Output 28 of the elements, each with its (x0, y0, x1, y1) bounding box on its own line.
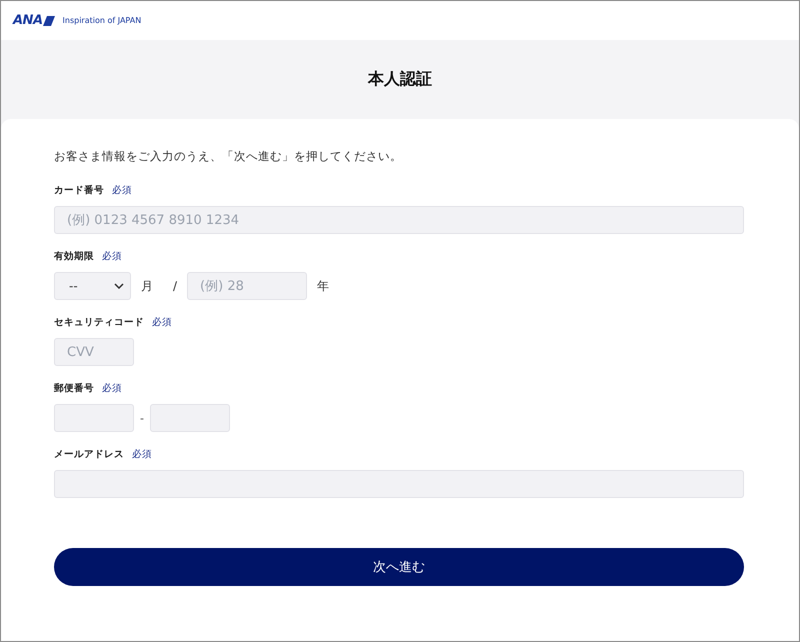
year-input[interactable]: (例) 28 (187, 272, 308, 300)
chevron-down-icon (114, 283, 124, 289)
month-select[interactable]: -- (54, 272, 131, 300)
logo-mark-icon (42, 16, 55, 26)
field-label: メールアドレス (54, 448, 124, 461)
separator-text: / (173, 279, 178, 293)
postal-input[interactable] (54, 404, 134, 432)
field-label: カード番号 (54, 184, 104, 197)
unit-label: 年 (317, 278, 330, 294)
separator-text: - (140, 412, 144, 424)
page-title: 本人認証 (368, 69, 432, 90)
instruction-text: お客さま情報をご入力のうえ、「次へ進む」を押してください。 (54, 149, 403, 164)
postal-input[interactable] (150, 404, 230, 432)
unit-label: 月 (141, 278, 153, 294)
logo-tagline: Inspiration of JAPAN (62, 16, 142, 25)
input-field[interactable]: (例) 0123 4567 8910 1234 (54, 206, 744, 234)
field-label: 郵便番号 (54, 382, 94, 395)
required-label: 必須 (102, 382, 122, 395)
required-label: 必須 (132, 448, 152, 461)
logo: ANA (13, 13, 43, 28)
field-label: 有効期限 (54, 250, 94, 263)
required-label: 必須 (102, 250, 122, 263)
next-button[interactable]: 次へ進む (54, 548, 744, 586)
input-field[interactable]: CVV (54, 338, 134, 366)
required-label: 必須 (112, 184, 132, 197)
input-field[interactable] (54, 470, 744, 498)
field-label: セキュリティコード (54, 316, 144, 329)
required-label: 必須 (152, 316, 172, 329)
